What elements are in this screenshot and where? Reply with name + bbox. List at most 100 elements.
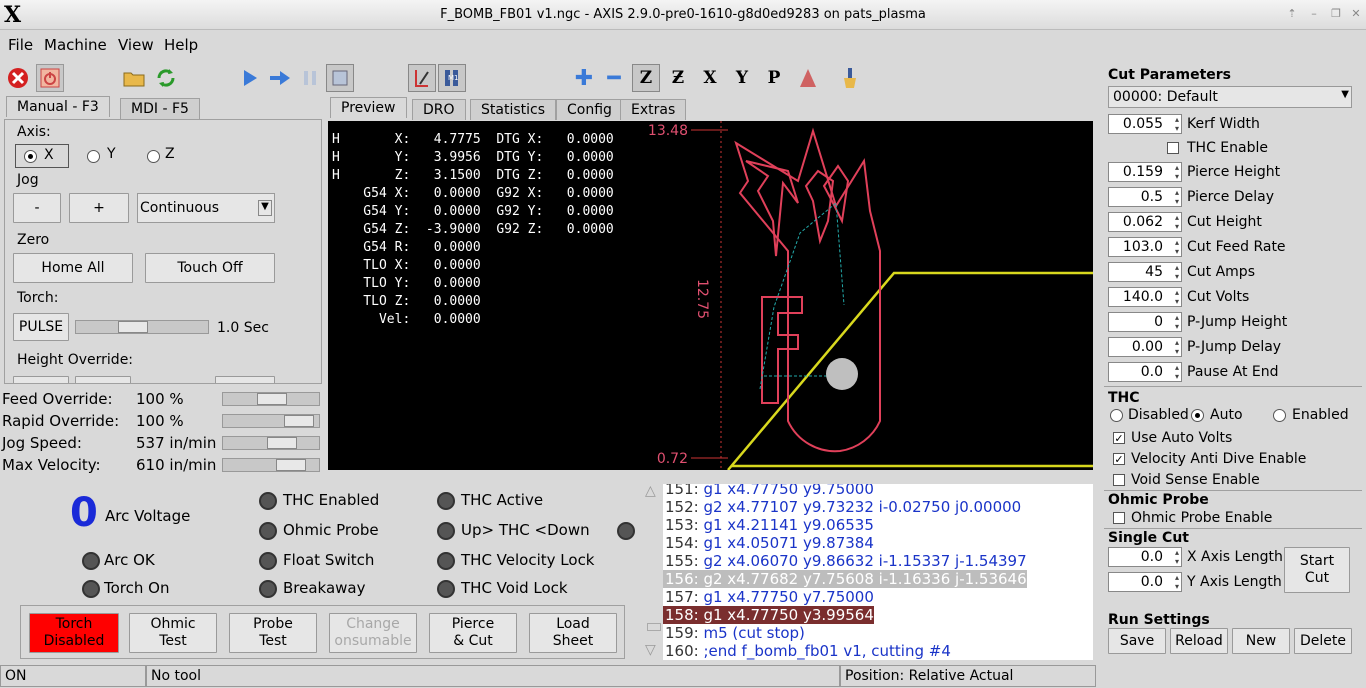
- run-from-line-icon[interactable]: [266, 64, 294, 92]
- gcode-line[interactable]: 153: g1 x4.21141 y9.06535: [663, 516, 874, 534]
- axis-x-option[interactable]: X: [15, 144, 69, 168]
- gcode-line[interactable]: 155: g2 x4.06070 y9.86632 i-1.15337 j-1.…: [663, 552, 1027, 570]
- y-length-spinbox[interactable]: 0.0: [1108, 572, 1182, 592]
- height-reset-button[interactable]: [215, 376, 275, 383]
- override-slider[interactable]: [222, 392, 320, 406]
- ohmic-enable-checkbox[interactable]: [1113, 512, 1125, 524]
- axis-y-radio[interactable]: [87, 150, 100, 163]
- thc-up-down-label: Up> THC <Down: [461, 521, 590, 539]
- pulse-time-slider[interactable]: [75, 320, 209, 334]
- window-up-icon[interactable]: ⇡: [1284, 6, 1300, 22]
- tab-preview[interactable]: Preview: [330, 97, 407, 118]
- optional-stop-icon[interactable]: M1: [438, 64, 466, 92]
- maximize-icon[interactable]: ❐: [1328, 6, 1344, 22]
- axis-z-radio[interactable]: [147, 150, 160, 163]
- jog-mode-select[interactable]: Continuous ▼: [137, 193, 275, 223]
- estop-icon[interactable]: [4, 64, 32, 92]
- gcode-line[interactable]: 152: g2 x4.77107 y9.73232 i-0.02750 j0.0…: [663, 498, 1021, 516]
- close-window-icon[interactable]: ✕: [1348, 6, 1364, 22]
- param-spinbox[interactable]: 0.159: [1108, 162, 1182, 182]
- gcode-line[interactable]: 154: g1 x4.05071 y9.87384: [663, 534, 874, 552]
- probe-test-button[interactable]: Probe Test: [229, 613, 317, 653]
- reload-button[interactable]: Reload: [1170, 628, 1228, 654]
- zoom-out-icon[interactable]: ━: [600, 64, 628, 92]
- param-spinbox[interactable]: 140.0: [1108, 287, 1182, 307]
- save-button[interactable]: Save: [1108, 628, 1166, 654]
- view-x-icon[interactable]: X: [696, 64, 724, 92]
- override-slider[interactable]: [222, 436, 320, 450]
- tab-manual[interactable]: Manual - F3: [6, 96, 110, 117]
- gcode-line[interactable]: 151: g1 x4.77750 y9.75000: [663, 484, 874, 498]
- preview-canvas[interactable]: H X: 4.7775 DTG X: 0.0000 H Y: 3.9956 DT…: [328, 121, 1093, 470]
- param-spinbox[interactable]: 0.062: [1108, 212, 1182, 232]
- override-label: Feed Override:: [2, 390, 113, 408]
- height-lower-button[interactable]: [13, 376, 69, 383]
- menu-machine[interactable]: Machine: [44, 36, 107, 54]
- load-sheet-button[interactable]: Load Sheet: [529, 613, 617, 653]
- param-spinbox[interactable]: 0.055: [1108, 114, 1182, 134]
- x-length-spinbox[interactable]: 0.0: [1108, 547, 1182, 567]
- pierce-cut-button[interactable]: Pierce & Cut: [429, 613, 517, 653]
- view-p-icon[interactable]: P: [760, 64, 788, 92]
- gcode-line[interactable]: 159: m5 (cut stop): [663, 624, 805, 642]
- menu-view[interactable]: View: [118, 36, 154, 54]
- param-spinbox[interactable]: 0.0: [1108, 362, 1182, 382]
- use-auto-volts-checkbox[interactable]: ✓: [1113, 432, 1125, 444]
- view-z-icon[interactable]: Z: [632, 64, 660, 92]
- tab-mdi[interactable]: MDI - F5: [120, 98, 200, 119]
- minimize-icon[interactable]: –: [1306, 6, 1322, 22]
- tab-config[interactable]: Config: [556, 99, 623, 120]
- zoom-in-icon[interactable]: ✚: [570, 64, 598, 92]
- ohmic-test-button[interactable]: Ohmic Test: [129, 613, 217, 653]
- height-raise-button[interactable]: [75, 376, 131, 383]
- jog-minus-button[interactable]: -: [13, 193, 61, 223]
- param-spinbox[interactable]: 0: [1108, 312, 1182, 332]
- thc-disabled-radio[interactable]: [1110, 409, 1123, 422]
- override-slider[interactable]: [222, 414, 320, 428]
- tab-dro[interactable]: DRO: [412, 99, 466, 120]
- tab-extras[interactable]: Extras: [620, 99, 687, 120]
- touch-off-button[interactable]: Touch Off: [145, 253, 275, 283]
- material-select[interactable]: 00000: Default ▼: [1108, 86, 1352, 108]
- velocity-anti-dive-checkbox[interactable]: ✓: [1113, 453, 1125, 465]
- run-program-icon[interactable]: [236, 64, 264, 92]
- param-spinbox[interactable]: 0.00: [1108, 337, 1182, 357]
- tab-statistics[interactable]: Statistics: [470, 99, 556, 120]
- scroll-down-icon[interactable]: ▽: [645, 642, 656, 658]
- gcode-line[interactable]: 158: g1 x4.77750 y3.99564: [663, 606, 874, 624]
- thc-auto-radio[interactable]: [1191, 409, 1204, 422]
- menu-file[interactable]: File: [8, 36, 33, 54]
- reload-icon[interactable]: [152, 64, 180, 92]
- param-spinbox[interactable]: 103.0: [1108, 237, 1182, 257]
- view-y-icon[interactable]: Y: [728, 64, 756, 92]
- override-slider[interactable]: [222, 458, 320, 472]
- new-button[interactable]: New: [1232, 628, 1290, 654]
- gcode-line[interactable]: 160: ;end f_bomb_fb01 v1, cutting #4: [663, 642, 951, 660]
- delete-button[interactable]: Delete: [1294, 628, 1352, 654]
- open-file-icon[interactable]: [120, 64, 148, 92]
- gcode-listing[interactable]: 151: g1 x4.77750 y9.75000 152: g2 x4.7710…: [663, 484, 1093, 660]
- thc-enable-checkbox[interactable]: [1167, 142, 1179, 154]
- change-consumable-button[interactable]: Change onsumable: [329, 613, 417, 653]
- param-spinbox[interactable]: 0.5: [1108, 187, 1182, 207]
- pause-icon[interactable]: [296, 64, 324, 92]
- gcode-line[interactable]: 156: g2 x4.77682 y7.75608 i-1.16336 j-1.…: [663, 570, 1027, 588]
- home-all-button[interactable]: Home All: [13, 253, 133, 283]
- thc-enabled-radio[interactable]: [1273, 409, 1286, 422]
- machine-power-icon[interactable]: [36, 64, 64, 92]
- torch-disabled-button[interactable]: Torch Disabled: [29, 613, 119, 653]
- clear-plot-icon[interactable]: [836, 64, 864, 92]
- void-sense-checkbox[interactable]: [1113, 474, 1125, 486]
- scroll-up-icon[interactable]: △: [645, 483, 656, 499]
- pulse-button[interactable]: PULSE: [13, 313, 69, 341]
- stop-icon[interactable]: [326, 64, 354, 92]
- block-delete-icon[interactable]: [408, 64, 436, 92]
- gcode-line[interactable]: 157: g1 x4.77750 y7.75000: [663, 588, 874, 606]
- start-cut-button[interactable]: Start Cut: [1284, 547, 1350, 593]
- param-spinbox[interactable]: 45: [1108, 262, 1182, 282]
- menu-help[interactable]: Help: [164, 36, 198, 54]
- jog-plus-button[interactable]: +: [69, 193, 129, 223]
- rotate-view-icon[interactable]: [794, 64, 822, 92]
- scroll-thumb[interactable]: [647, 623, 661, 631]
- view-z-rotated-icon[interactable]: Ƶ: [664, 64, 692, 92]
